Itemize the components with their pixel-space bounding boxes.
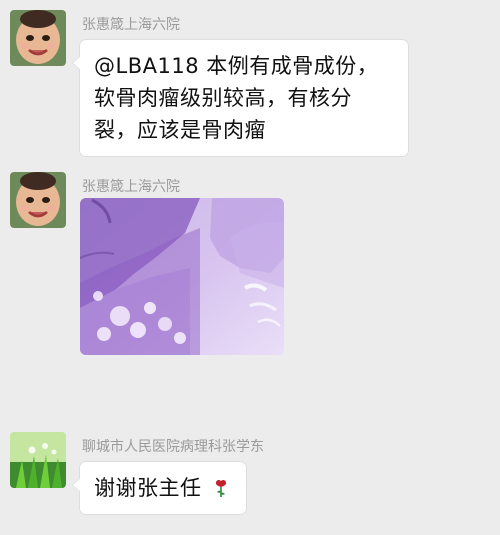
baby-avatar-icon (10, 10, 66, 66)
sender-name: 张惠箴上海六院 (82, 17, 180, 33)
avatar-grass[interactable] (10, 432, 66, 488)
message-bubble[interactable]: 谢谢张主任 (72, 462, 246, 514)
rose-svg-icon (215, 479, 226, 497)
avatar-baby[interactable] (10, 10, 66, 66)
message-line-3: 裂，应该是骨肉瘤 (94, 118, 266, 142)
message-bubble[interactable]: @LBA118 本例有成骨成份， 软骨肉瘤级别较高，有核分 裂，应该是骨肉瘤 (72, 40, 408, 156)
grass-avatar-icon (10, 432, 66, 488)
sender-name: 张惠箴上海六院 (82, 179, 180, 195)
rose-icon (213, 475, 229, 497)
message-line-2: 软骨肉瘤级别较高，有核分 (94, 86, 352, 110)
message-text: 谢谢张主任 (80, 462, 246, 514)
image-message[interactable] (80, 198, 284, 355)
avatar-baby[interactable] (10, 172, 66, 228)
baby-avatar-icon (10, 172, 66, 228)
histology-image (80, 198, 284, 355)
message-text: @LBA118 本例有成骨成份， 软骨肉瘤级别较高，有核分 裂，应该是骨肉瘤 (80, 40, 408, 156)
sender-name: 聊城市人民医院病理科张学东 (82, 439, 264, 455)
message-line-1: @LBA118 本例有成骨成份， (94, 54, 379, 78)
message-text-content: 谢谢张主任 (94, 476, 202, 500)
